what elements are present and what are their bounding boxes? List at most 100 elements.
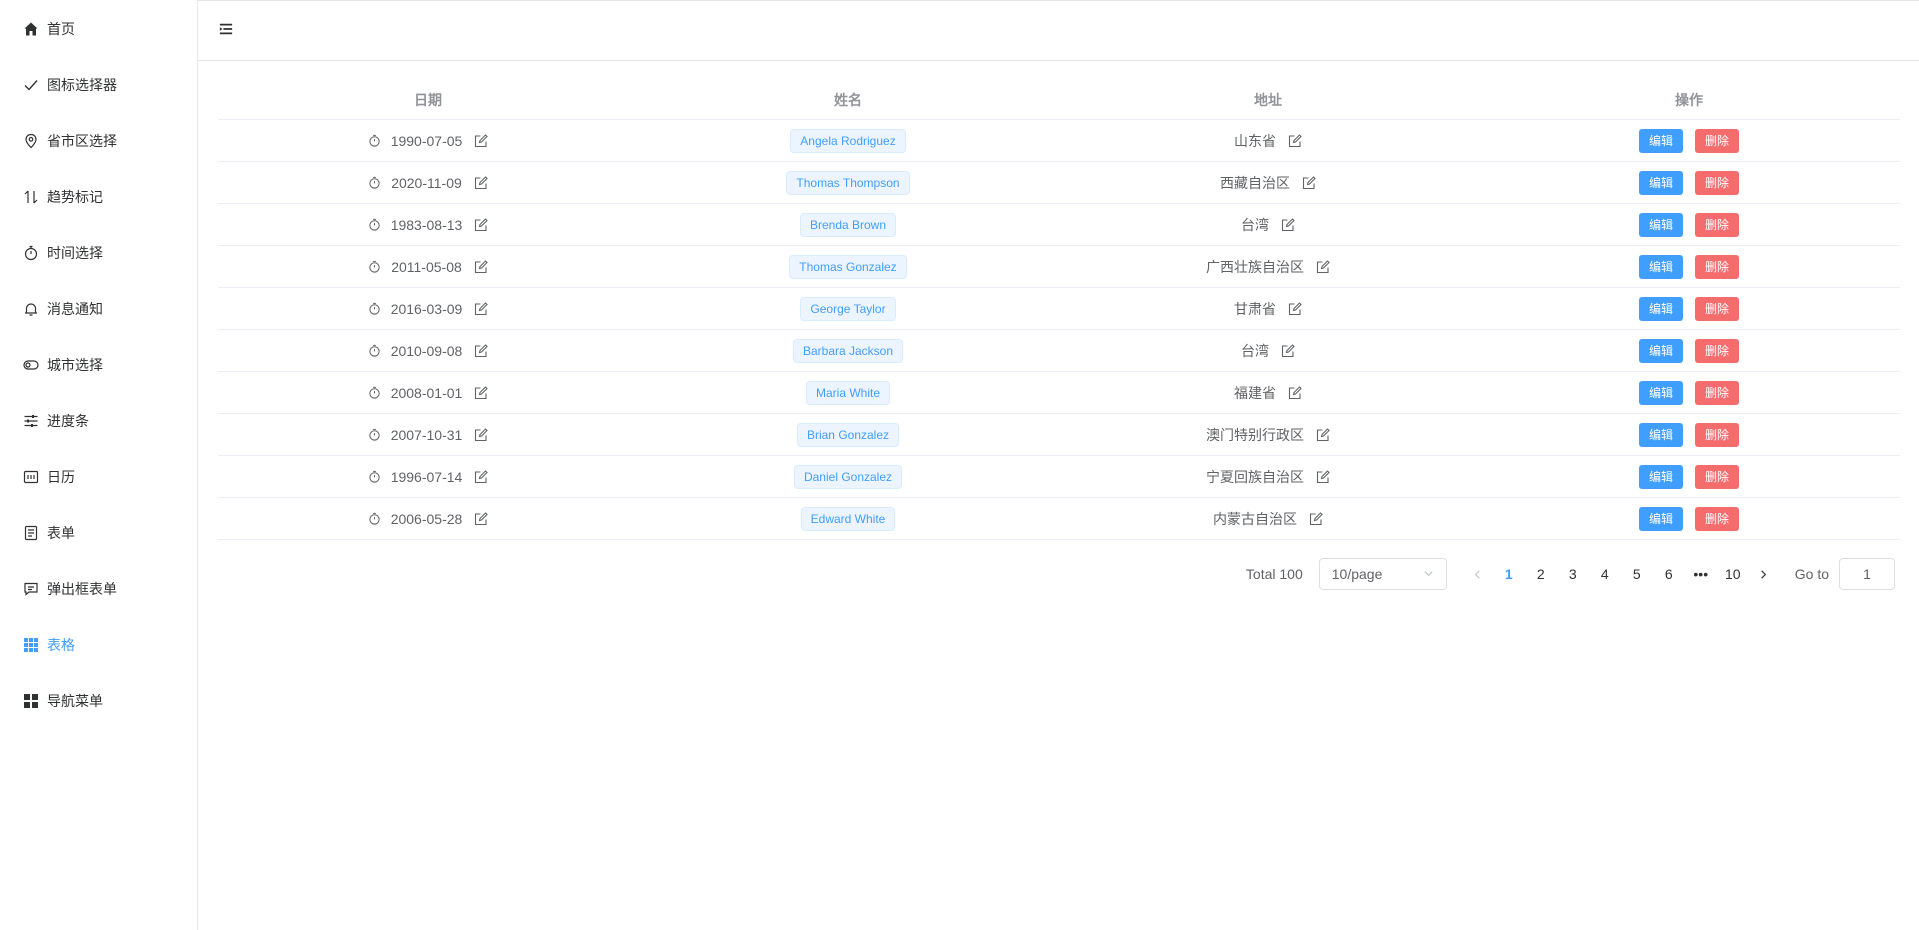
sidebar-item-9[interactable]: 表单 — [0, 505, 198, 561]
edit-address-icon[interactable] — [1288, 133, 1302, 148]
table-row: 2006-05-28 Edward White 内蒙古自治区 编辑 删除 — [218, 498, 1900, 540]
sidebar-item-11[interactable]: 表格 — [0, 617, 198, 673]
column-header-date: 日期 — [414, 91, 442, 108]
sidebar-item-label: 表单 — [47, 525, 75, 541]
goto-page-input[interactable] — [1839, 558, 1895, 590]
sidebar-item-label: 消息通知 — [47, 301, 103, 317]
address-value: 甘肃省 — [1234, 300, 1276, 317]
edit-date-icon[interactable] — [474, 133, 489, 148]
sidebar-item-3[interactable]: 趋势标记 — [0, 169, 198, 225]
name-tag: Angela Rodriguez — [790, 128, 906, 153]
sidebar-item-4[interactable]: 时间选择 — [0, 225, 198, 281]
delete-button[interactable]: 删除 — [1695, 212, 1740, 237]
name-tag: George Taylor — [800, 296, 896, 321]
address-value: 福建省 — [1234, 384, 1276, 401]
page-number[interactable]: 1 — [1493, 560, 1525, 588]
delete-button[interactable]: 删除 — [1695, 338, 1740, 363]
edit-button[interactable]: 编辑 — [1638, 338, 1683, 363]
date-value: 2006-05-28 — [390, 510, 463, 527]
address-value: 澳门特别行政区 — [1206, 426, 1304, 443]
sidebar-item-6[interactable]: 城市选择 — [0, 337, 198, 393]
page-number[interactable]: 4 — [1589, 560, 1621, 588]
page-number[interactable]: 3 — [1557, 560, 1589, 588]
clock-icon — [368, 134, 381, 147]
sidebar-item-0[interactable]: 首页 — [0, 1, 198, 57]
page-number[interactable]: 5 — [1621, 560, 1653, 588]
menu-grid-icon — [23, 693, 39, 709]
actions-cell: 编辑 删除 — [1478, 498, 1900, 539]
page-number[interactable]: 2 — [1525, 560, 1557, 588]
delete-button[interactable]: 删除 — [1695, 128, 1740, 153]
edit-button[interactable]: 编辑 — [1638, 464, 1683, 489]
next-page-button[interactable] — [1749, 560, 1779, 588]
edit-address-icon[interactable] — [1316, 259, 1330, 274]
actions-cell: 编辑 删除 — [1478, 246, 1900, 287]
sidebar-item-5[interactable]: 消息通知 — [0, 281, 198, 337]
address-value: 广西壮族自治区 — [1206, 258, 1304, 275]
delete-button[interactable]: 删除 — [1695, 422, 1740, 447]
edit-address-icon[interactable] — [1281, 343, 1295, 358]
edit-address-icon[interactable] — [1316, 469, 1330, 484]
edit-date-icon[interactable] — [474, 259, 488, 274]
clock-icon — [368, 470, 381, 483]
delete-button[interactable]: 删除 — [1695, 380, 1740, 405]
page-number[interactable]: 10 — [1717, 560, 1749, 588]
edit-address-icon[interactable] — [1288, 301, 1302, 316]
table-row: 2008-01-01 Maria White 福建省 编辑 删除 — [218, 372, 1900, 414]
delete-button[interactable]: 删除 — [1695, 506, 1740, 531]
delete-button[interactable]: 删除 — [1695, 254, 1740, 279]
collapse-menu-icon[interactable] — [218, 21, 234, 37]
date-cell: 2020-11-09 — [218, 162, 638, 203]
edit-address-icon[interactable] — [1302, 175, 1316, 190]
edit-address-icon[interactable] — [1309, 511, 1323, 526]
edit-address-icon[interactable] — [1316, 427, 1330, 442]
sidebar-item-12[interactable]: 导航菜单 — [0, 673, 198, 729]
clock-icon — [368, 176, 381, 189]
sidebar: 首页 图标选择器 省市区选择 趋势标记时间选择消息通知城市选择 进度条 日历表单弹出框表单… — [0, 0, 198, 930]
date-cell: 2008-01-01 — [218, 372, 638, 413]
edit-button[interactable]: 编辑 — [1638, 506, 1683, 531]
sidebar-item-8[interactable]: 日历 — [0, 449, 198, 505]
name-tag: Brenda Brown — [799, 212, 897, 237]
edit-date-icon[interactable] — [474, 511, 489, 526]
edit-date-icon[interactable] — [474, 301, 489, 316]
goto-label: Go to — [1794, 566, 1829, 582]
edit-date-icon[interactable] — [474, 217, 489, 232]
edit-date-icon[interactable] — [474, 175, 488, 190]
name-cell: Thomas Thompson — [638, 162, 1058, 203]
edit-button[interactable]: 编辑 — [1638, 128, 1683, 153]
edit-button[interactable]: 编辑 — [1638, 296, 1683, 321]
edit-date-icon[interactable] — [474, 385, 489, 400]
edit-date-icon[interactable] — [474, 469, 489, 484]
pagination: Total 100 10/page 1 2 3 4 5 6 ••• 10 Go to — [1246, 558, 1895, 590]
delete-button[interactable]: 删除 — [1695, 170, 1740, 195]
sidebar-item-2[interactable]: 省市区选择 — [0, 113, 198, 169]
page-size-select[interactable]: 10/page — [1318, 558, 1447, 590]
page-number[interactable]: 6 — [1653, 560, 1685, 588]
delete-button[interactable]: 删除 — [1695, 296, 1740, 321]
edit-button[interactable]: 编辑 — [1638, 170, 1683, 195]
delete-button[interactable]: 删除 — [1695, 464, 1740, 489]
address-cell: 台湾 — [1058, 330, 1478, 371]
total-count: Total 100 — [1245, 566, 1303, 582]
name-cell: Edward White — [638, 498, 1058, 539]
sidebar-item-1[interactable]: 图标选择器 — [0, 57, 198, 113]
date-cell: 2006-05-28 — [218, 498, 638, 539]
date-cell: 2011-05-08 — [218, 246, 638, 287]
edit-date-icon[interactable] — [474, 427, 489, 442]
prev-page-button[interactable] — [1463, 560, 1493, 588]
address-value: 山东省 — [1234, 132, 1276, 149]
more-pages-button[interactable]: ••• — [1685, 560, 1717, 588]
sidebar-item-7[interactable]: 进度条 — [0, 393, 198, 449]
edit-button[interactable]: 编辑 — [1638, 254, 1683, 279]
sidebar-item-10[interactable]: 弹出框表单 — [0, 561, 198, 617]
edit-date-icon[interactable] — [474, 343, 489, 358]
page-list: 1 2 3 4 5 6 ••• 10 — [1493, 560, 1749, 588]
sidebar-item-label: 时间选择 — [47, 245, 103, 261]
edit-button[interactable]: 编辑 — [1638, 380, 1683, 405]
edit-address-icon[interactable] — [1288, 385, 1302, 400]
address-cell: 台湾 — [1058, 204, 1478, 245]
edit-button[interactable]: 编辑 — [1638, 212, 1683, 237]
edit-address-icon[interactable] — [1281, 217, 1295, 232]
edit-button[interactable]: 编辑 — [1638, 422, 1683, 447]
